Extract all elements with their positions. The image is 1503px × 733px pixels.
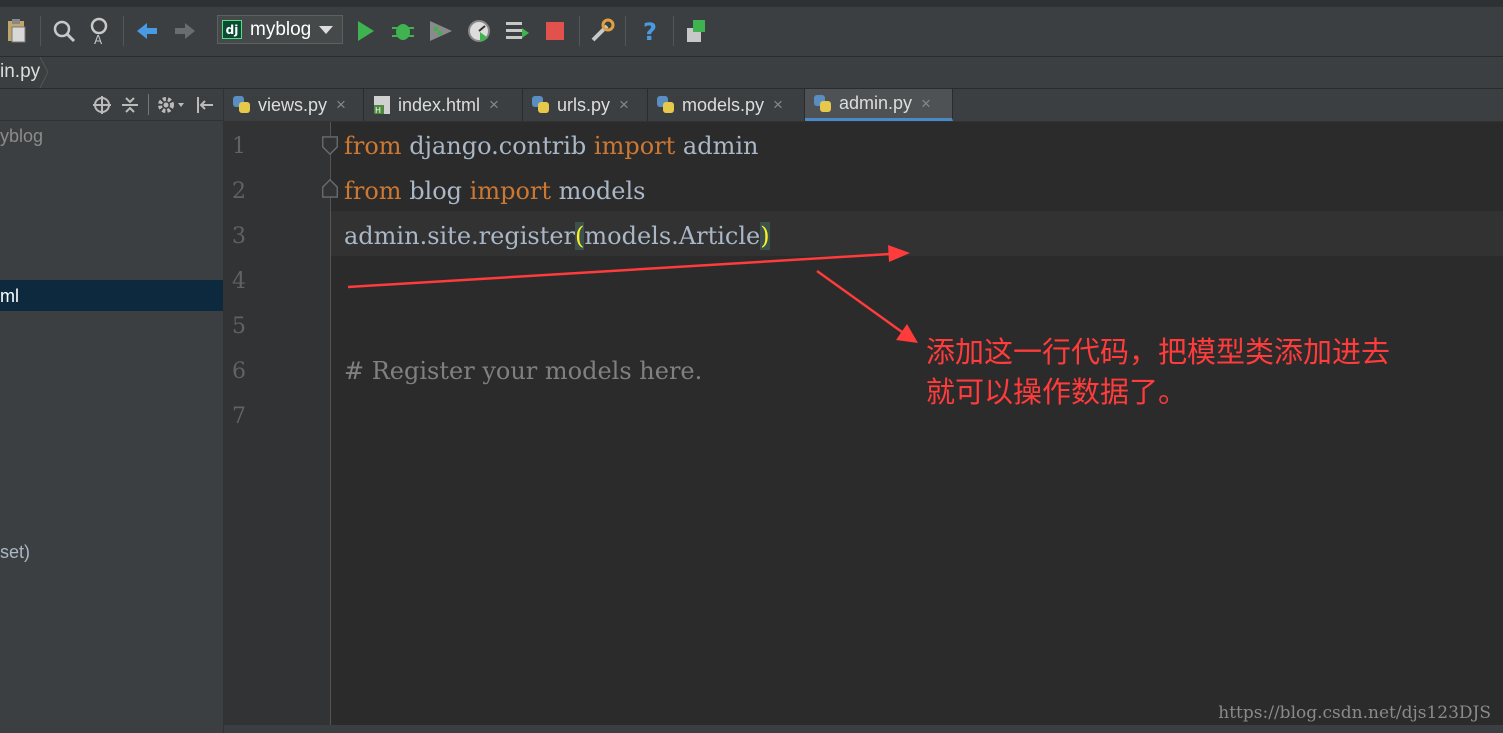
annotation-note: 添加这一行代码，把模型类添加进去 就可以操作数据了。 [926,332,1390,412]
annotation-arrow-head [896,324,918,343]
annotation-arrow-line [816,269,903,334]
annotation-arrow-head [888,245,910,262]
watermark: https://blog.csdn.net/djs123DJS [1218,703,1491,723]
annotation-line: 就可以操作数据了。 [926,375,1188,409]
annotation-line: 添加这一行代码，把模型类添加进去 [926,335,1391,369]
annotation-arrow-line [347,252,891,289]
